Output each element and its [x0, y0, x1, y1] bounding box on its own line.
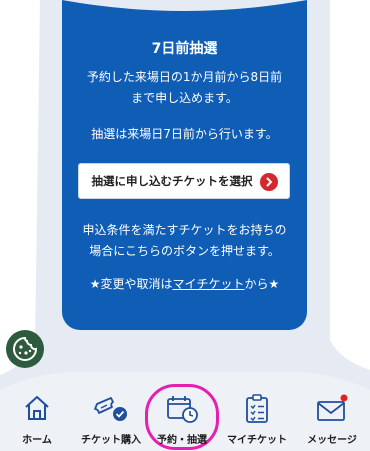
card-top-notch	[62, 0, 307, 11]
card-description: 予約した来場日の1か月前から8日前 まで申し込めます。	[62, 67, 307, 109]
tab-reservation-lottery[interactable]: 予約・抽選	[145, 376, 219, 451]
change-prefix: ★変更や取消は	[89, 277, 173, 291]
tab-my-ticket-label: マイチケット	[227, 435, 287, 446]
card-description-line1: 予約した来場日の1か月前から8日前	[86, 70, 283, 84]
calendar-clock-icon	[167, 396, 198, 423]
chevron-right-icon	[260, 173, 278, 191]
card-condition-line1: 申込条件を満たすチケットをお持ちの	[82, 223, 287, 237]
card-description-line2: まで申し込めます。	[131, 91, 238, 105]
tab-home[interactable]: ホーム	[0, 376, 74, 451]
notification-badge	[340, 394, 348, 402]
bottom-tab-bar: ホーム チケット購入 予約・抽選 マイチケット メッセージ	[0, 376, 370, 451]
card-title: 7日前抽選	[151, 41, 218, 57]
card-condition-line2: 場合にこちらのボタンを押せます。	[89, 244, 280, 258]
tab-message-label: メッセージ	[307, 435, 357, 446]
cookie-icon	[13, 336, 38, 361]
select-ticket-label: 抽選に申し込むチケットを選択	[91, 174, 253, 188]
cookie-button[interactable]	[6, 330, 44, 368]
tab-my-ticket[interactable]: マイチケット	[220, 376, 294, 451]
card-change-note: ★変更や取消はマイチケットから★	[62, 275, 307, 292]
select-ticket-button[interactable]: 抽選に申し込むチケットを選択	[78, 163, 290, 199]
tab-ticket-purchase-label: チケット購入	[81, 435, 141, 446]
envelope-icon	[317, 394, 348, 421]
tab-message[interactable]: メッセージ	[295, 376, 369, 451]
clipboard-list-icon	[246, 394, 268, 423]
tab-reservation-lottery-label: 予約・抽選	[157, 435, 207, 446]
tab-home-label: ホーム	[22, 435, 52, 446]
change-suffix: から★	[244, 277, 280, 291]
my-ticket-link[interactable]: マイチケット	[172, 277, 244, 291]
tab-ticket-purchase[interactable]: チケット購入	[74, 376, 148, 451]
card-note: 抽選は来場日7日前から行います。	[91, 127, 278, 141]
ticket-check-icon	[94, 397, 127, 421]
card-condition: 申込条件を満たすチケットをお持ちの 場合にこちらのボタンを押せます。	[62, 220, 307, 262]
lottery-card: 7日前抽選 予約した来場日の1か月前から8日前 まで申し込めます。 抽選は来場日…	[62, 0, 307, 330]
home-icon	[25, 396, 49, 420]
